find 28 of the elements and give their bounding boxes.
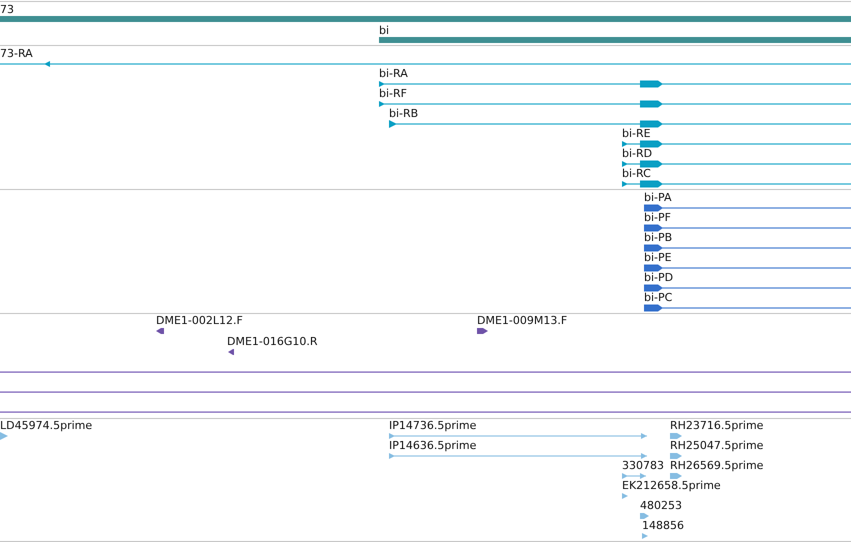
feature-label: bi-RB: [389, 107, 418, 120]
feature-label: 330783: [622, 459, 664, 472]
feature-label: RH26569.5prime: [670, 459, 764, 472]
feature-label: DME1-009M13.F: [477, 314, 568, 327]
feature-label: EK212658.5prime: [622, 479, 721, 492]
feature-label: bi-RA: [379, 67, 408, 80]
feature-label: RH23716.5prime: [670, 419, 764, 432]
feature-label: 480253: [640, 499, 682, 512]
feature-label: bi-RD: [622, 147, 652, 160]
feature-label: bi-RE: [622, 127, 651, 140]
feature-label: DME1-016G10.R: [227, 335, 318, 348]
feature-label: bi-PF: [644, 211, 671, 224]
feature-label: bi-PB: [644, 231, 672, 244]
feature-label: IP14736.5prime: [389, 419, 476, 432]
feature-label: DME1-002L12.F: [156, 314, 243, 327]
feature-label: bi-PE: [644, 251, 672, 264]
feature-label: 148856: [642, 519, 684, 532]
feature-label: RH25047.5prime: [670, 439, 764, 452]
feature-label: bi-PC: [644, 291, 672, 304]
feature-label: bi-PD: [644, 271, 674, 284]
feature-label: IP14636.5prime: [389, 439, 476, 452]
feature-label: bi: [379, 24, 390, 37]
feature-label: 73-RA: [0, 47, 33, 60]
feature-label: bi-RF: [379, 87, 407, 100]
feature-label: 73: [0, 3, 14, 16]
feature-label: LD45974.5prime: [0, 419, 92, 432]
feature-label: bi-RC: [622, 167, 651, 180]
feature-label: bi-PA: [644, 191, 672, 204]
